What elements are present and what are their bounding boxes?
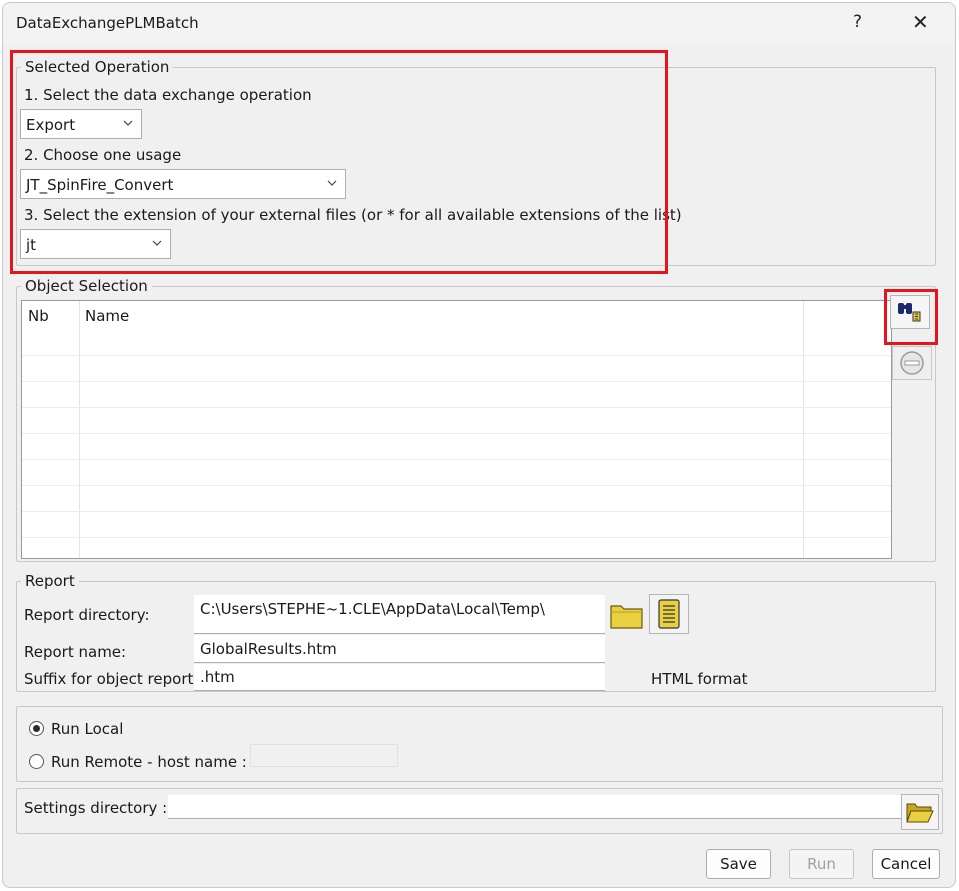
report-directory-label: Report directory:	[24, 606, 150, 624]
chevron-down-icon	[327, 180, 337, 186]
row-divider	[22, 407, 891, 408]
binoculars-icon	[898, 303, 921, 322]
run-remote-radio[interactable]	[29, 754, 44, 769]
save-button[interactable]: Save	[706, 849, 771, 879]
browse-report-directory-button[interactable]	[607, 595, 647, 633]
close-button[interactable]: ✕	[912, 10, 929, 34]
run-button[interactable]: Run	[789, 849, 854, 879]
row-divider	[22, 485, 891, 486]
run-local-label[interactable]: Run Local	[51, 720, 123, 738]
operation-combo[interactable]: Export	[20, 109, 142, 139]
remote-host-field[interactable]	[250, 744, 398, 767]
usage-combo[interactable]: JT_SpinFire_Convert	[20, 169, 346, 199]
step1-label: 1. Select the data exchange operation	[24, 86, 312, 104]
report-name-label: Report name:	[24, 643, 127, 661]
remove-icon	[900, 351, 924, 375]
row-divider	[22, 433, 891, 434]
extension-value: jt	[26, 236, 37, 254]
chevron-down-icon	[152, 240, 162, 246]
row-divider	[22, 355, 891, 356]
row-divider	[22, 459, 891, 460]
run-remote-label[interactable]: Run Remote - host name :	[51, 753, 247, 771]
object-selection-legend: Object Selection	[25, 277, 148, 295]
folder-icon	[610, 605, 643, 629]
browse-settings-button[interactable]	[901, 794, 939, 830]
report-name-field[interactable]: GlobalResults.htm	[194, 635, 605, 663]
operation-value: Export	[26, 116, 76, 134]
report-legend: Report	[25, 572, 75, 590]
step2-label: 2. Choose one usage	[24, 146, 182, 164]
column-header-nb[interactable]: Nb	[28, 307, 49, 325]
column-header-name[interactable]: Name	[85, 307, 129, 325]
open-folder-icon	[906, 803, 934, 823]
selected-operation-legend: Selected Operation	[25, 58, 170, 76]
object-table[interactable]: Nb Name	[21, 300, 892, 559]
suffix-label: Suffix for object report:	[24, 670, 199, 688]
row-divider	[22, 511, 891, 512]
column-divider	[79, 301, 80, 558]
suffix-field[interactable]: .htm	[194, 664, 605, 691]
view-report-button[interactable]	[649, 594, 689, 634]
window-title: DataExchangePLMBatch	[16, 14, 199, 32]
step3-label: 3. Select the extension of your external…	[24, 206, 682, 224]
help-button[interactable]: ?	[853, 12, 862, 32]
scroll-icon	[658, 599, 680, 629]
search-objects-button[interactable]	[890, 295, 930, 329]
dialog-window: DataExchangePLMBatch ? ✕ Selected Operat…	[2, 2, 956, 888]
usage-value: JT_SpinFire_Convert	[26, 176, 174, 194]
run-local-radio[interactable]	[29, 721, 44, 736]
row-divider	[22, 537, 891, 538]
cancel-button[interactable]: Cancel	[872, 849, 940, 879]
column-divider	[803, 301, 804, 558]
html-format-label: HTML format	[651, 670, 748, 688]
extension-combo[interactable]: jt	[20, 229, 171, 259]
row-divider	[22, 381, 891, 382]
chevron-down-icon	[123, 120, 133, 126]
report-directory-field[interactable]: C:\Users\STEPHE~1.CLE\AppData\Local\Temp…	[194, 595, 605, 634]
title-bar: DataExchangePLMBatch ? ✕	[3, 3, 955, 43]
settings-directory-label: Settings directory :	[24, 799, 168, 817]
settings-directory-field[interactable]	[168, 795, 901, 819]
remove-object-button[interactable]	[892, 346, 932, 380]
